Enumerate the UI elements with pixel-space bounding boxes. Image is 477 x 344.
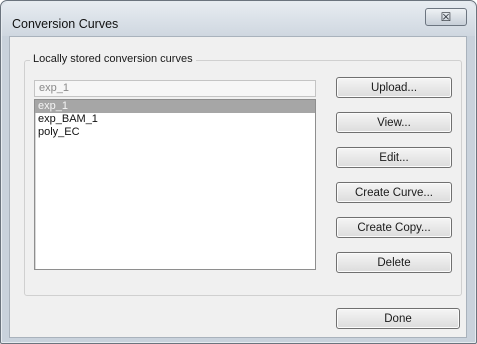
- group-label: Locally stored conversion curves: [30, 53, 196, 65]
- title-bar[interactable]: Conversion Curves ☒: [2, 2, 475, 36]
- list-item[interactable]: exp_BAM_1: [35, 113, 315, 126]
- list-item[interactable]: exp_1: [35, 100, 315, 113]
- delete-button[interactable]: Delete: [336, 252, 452, 273]
- edit-button[interactable]: Edit...: [336, 147, 452, 168]
- list-item[interactable]: poly_EC: [35, 126, 315, 139]
- create-curve-button[interactable]: Create Curve...: [336, 182, 452, 203]
- window-title: Conversion Curves: [12, 17, 119, 31]
- upload-button[interactable]: Upload...: [336, 77, 452, 98]
- done-button[interactable]: Done: [336, 308, 460, 329]
- curve-list[interactable]: exp_1 exp_BAM_1 poly_EC: [34, 99, 316, 270]
- close-icon: ☒: [440, 10, 452, 24]
- create-copy-button[interactable]: Create Copy...: [336, 217, 452, 238]
- view-button[interactable]: View...: [336, 112, 452, 133]
- dialog-client-area: Locally stored conversion curves exp_1 e…: [9, 36, 467, 338]
- close-button[interactable]: ☒: [425, 8, 467, 26]
- dialog-window: Conversion Curves ☒ Locally stored conve…: [0, 0, 477, 344]
- curve-name-field[interactable]: exp_1: [34, 80, 316, 97]
